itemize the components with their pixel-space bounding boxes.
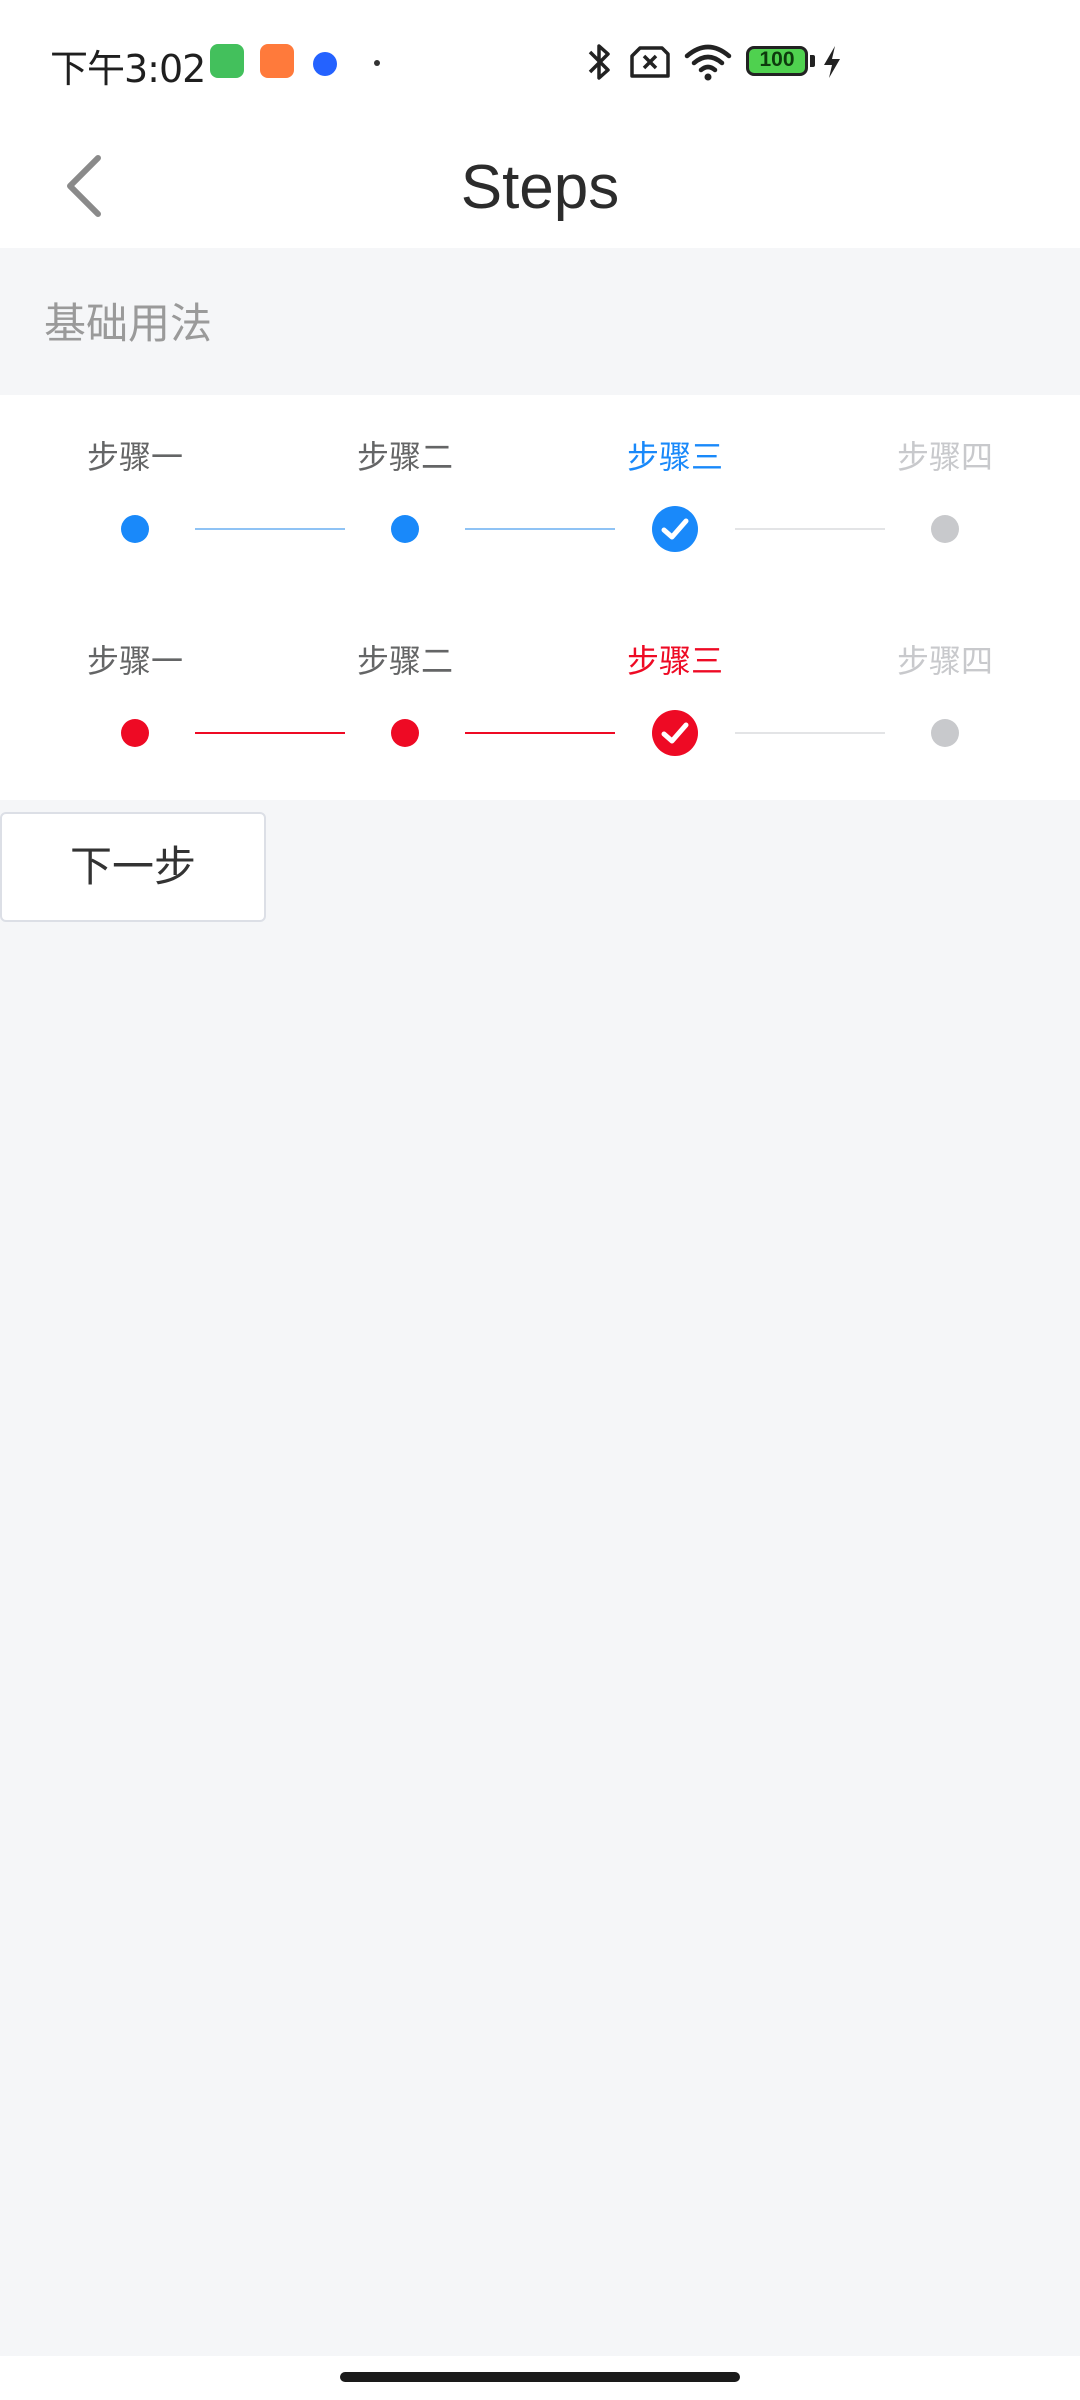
step-item: 步骤二 bbox=[305, 641, 505, 747]
step-label: 步骤一 bbox=[86, 642, 183, 680]
step-item: 步骤一 bbox=[35, 641, 235, 747]
battery-level: 100 bbox=[759, 48, 795, 71]
step-label: 步骤一 bbox=[86, 438, 183, 476]
nav-bar: Steps bbox=[0, 124, 1080, 248]
charging-icon bbox=[820, 40, 844, 84]
status-bar: 下午3:02 100 bbox=[0, 0, 1080, 124]
step-check-icon bbox=[652, 710, 698, 756]
shop-app-icon bbox=[260, 44, 294, 78]
section-title: 基础用法 bbox=[44, 299, 213, 348]
step-connector-line bbox=[735, 528, 885, 530]
step-connector-line bbox=[195, 732, 345, 734]
home-indicator[interactable] bbox=[340, 2372, 740, 2382]
step-dot bbox=[931, 719, 959, 747]
step-item: 步骤三 bbox=[575, 437, 775, 552]
steps-red: 步骤一 步骤二 步骤三 步骤四 bbox=[0, 641, 1080, 821]
step-connector-line bbox=[195, 528, 345, 530]
message-app-icon bbox=[313, 52, 337, 76]
step-item: 步骤三 bbox=[575, 641, 775, 756]
step-item: 步骤四 bbox=[845, 641, 1045, 747]
step-connector-line bbox=[465, 528, 615, 530]
step-dot bbox=[121, 515, 149, 543]
step-label: 步骤三 bbox=[626, 438, 723, 476]
step-item: 步骤一 bbox=[35, 437, 235, 543]
step-item: 步骤二 bbox=[305, 437, 505, 543]
step-connector-line bbox=[735, 732, 885, 734]
step-label: 步骤四 bbox=[896, 438, 993, 476]
battery-cap bbox=[810, 55, 815, 67]
step-dot bbox=[121, 719, 149, 747]
step-dot bbox=[391, 515, 419, 543]
step-item: 步骤四 bbox=[845, 437, 1045, 543]
step-label: 步骤三 bbox=[626, 642, 723, 680]
step-label: 步骤四 bbox=[896, 642, 993, 680]
step-label: 步骤二 bbox=[356, 438, 453, 476]
bluetooth-icon bbox=[584, 40, 616, 84]
step-connector-line bbox=[465, 732, 615, 734]
steps-card: 步骤一 步骤二 步骤三 步骤四 步骤一 步骤二 步骤三 步骤四 bbox=[0, 395, 1080, 800]
step-check-icon bbox=[652, 506, 698, 552]
step-dot bbox=[391, 719, 419, 747]
page-title: Steps bbox=[460, 153, 620, 222]
steps-blue: 步骤一 步骤二 步骤三 步骤四 bbox=[0, 437, 1080, 617]
cat-app-icon bbox=[210, 44, 244, 78]
next-step-button[interactable]: 下一步 bbox=[0, 812, 266, 922]
battery-icon: 100 bbox=[746, 46, 808, 76]
wifi-icon bbox=[683, 40, 733, 84]
step-dot bbox=[931, 515, 959, 543]
notification-dot-icon bbox=[374, 60, 380, 66]
step-label: 步骤二 bbox=[356, 642, 453, 680]
no-sim-icon bbox=[628, 40, 672, 84]
status-time: 下午3:02 bbox=[50, 47, 206, 91]
